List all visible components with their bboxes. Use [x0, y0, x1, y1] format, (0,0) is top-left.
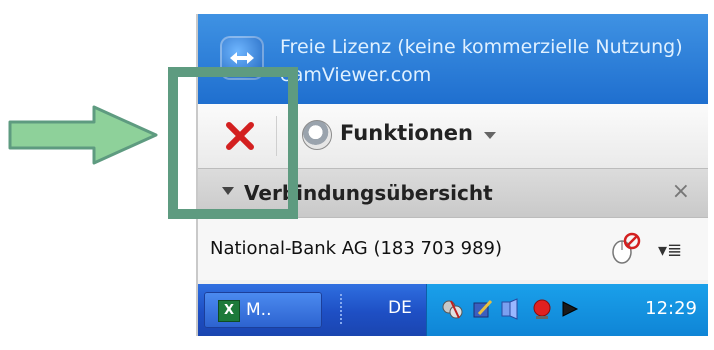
- network-tray-icon[interactable]: [441, 298, 463, 320]
- license-text: Freie Lizenz (keine kommerzielle Nutzung…: [280, 36, 683, 58]
- connection-row[interactable]: National-Bank AG (183 703 989) ▾≣: [198, 218, 708, 280]
- taskbar-app-label: M..: [246, 300, 272, 320]
- connection-name: National-Bank AG (183 703 989): [210, 238, 503, 259]
- mouse-control-icon[interactable]: [608, 232, 642, 266]
- language-indicator[interactable]: DE: [388, 298, 412, 318]
- chevron-down-icon[interactable]: [484, 132, 496, 139]
- play-tray-icon[interactable]: [559, 298, 581, 320]
- pointer-arrow-icon: [8, 105, 158, 165]
- section-close-button[interactable]: ×: [672, 179, 690, 204]
- highlight-box: [168, 67, 298, 219]
- record-tray-icon[interactable]: [531, 298, 553, 320]
- taskbar-grip[interactable]: [340, 294, 342, 326]
- volume-tray-icon[interactable]: [499, 298, 521, 320]
- license-url[interactable]: eamViewer.com: [280, 64, 431, 86]
- system-tray: 12:29: [426, 284, 708, 336]
- excel-icon: X: [218, 300, 240, 322]
- taskbar-clock[interactable]: 12:29: [645, 298, 697, 319]
- row-menu-icon[interactable]: ▾≣: [658, 240, 682, 261]
- taskbar-app-button[interactable]: X M..: [204, 292, 322, 328]
- edit-tray-icon[interactable]: [471, 298, 493, 320]
- functions-menu-button[interactable]: Funktionen: [340, 121, 473, 145]
- webcam-icon[interactable]: [302, 120, 332, 150]
- windows-taskbar: X M.. DE 12:29: [198, 284, 708, 336]
